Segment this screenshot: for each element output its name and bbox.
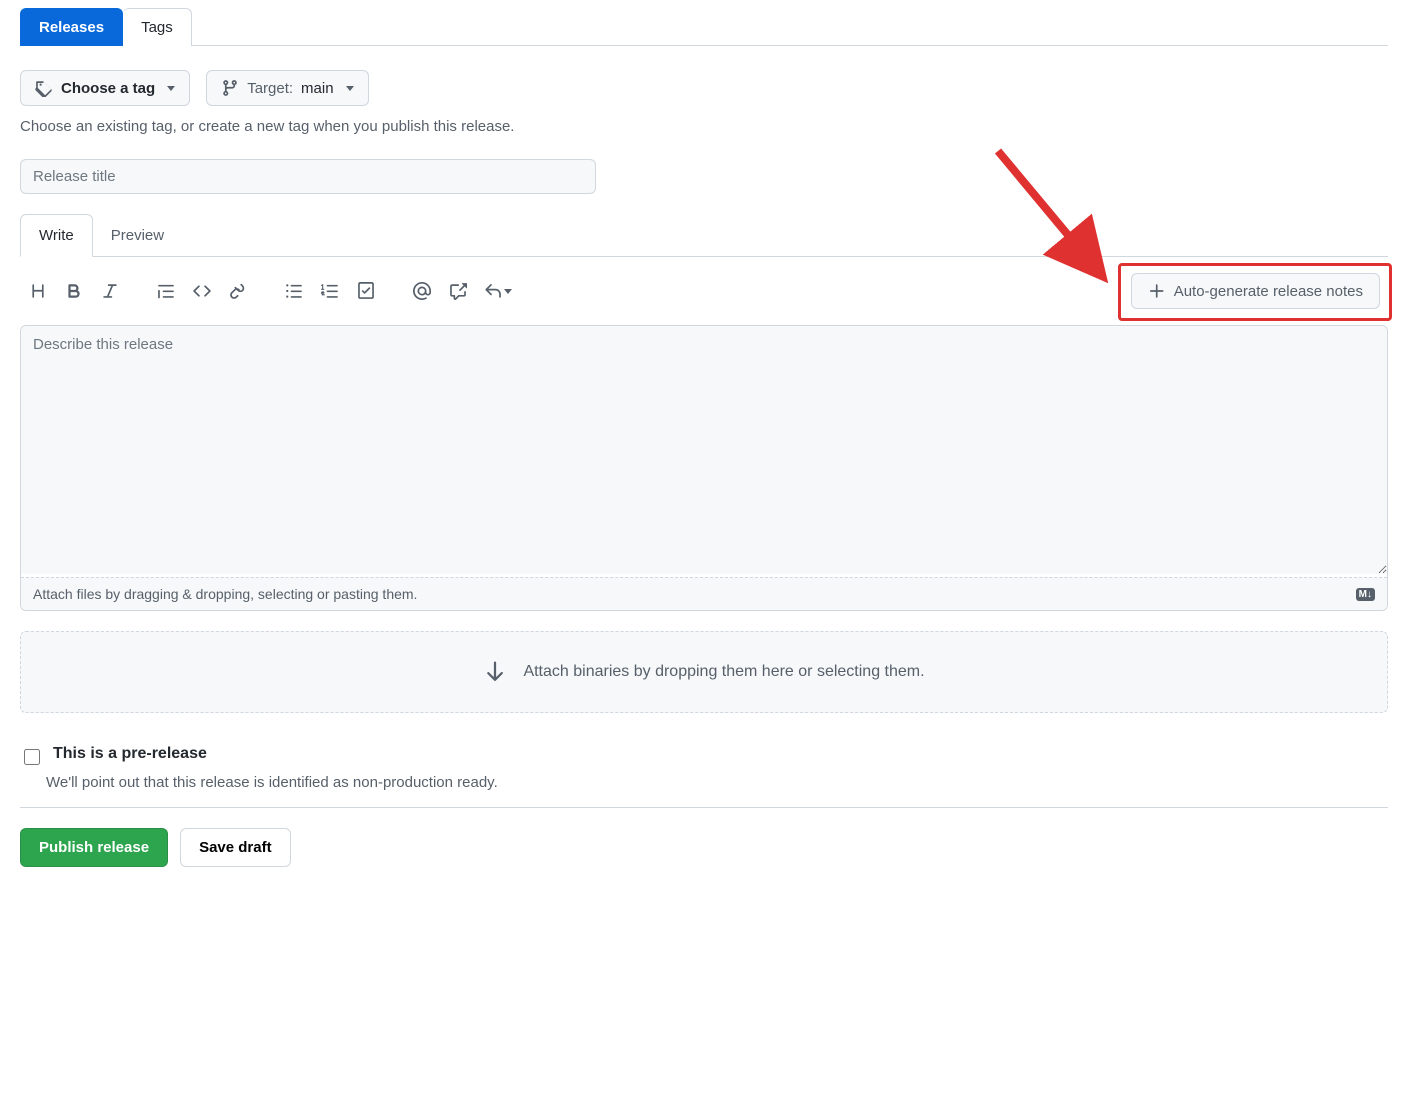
save-draft-button[interactable]: Save draft bbox=[180, 828, 291, 867]
tag-hint-text: Choose an existing tag, or create a new … bbox=[20, 118, 1388, 135]
prerelease-description: We'll point out that this release is ide… bbox=[46, 774, 1388, 791]
unordered-list-icon[interactable] bbox=[284, 281, 304, 301]
editor-toolbar: Auto-generate release notes bbox=[20, 257, 1388, 325]
tag-target-row: Choose a tag Target: main bbox=[20, 70, 1388, 106]
editor-tabs: Write Preview bbox=[20, 214, 1388, 257]
attach-files-hint[interactable]: Attach files by dragging & dropping, sel… bbox=[21, 577, 1387, 610]
mention-icon[interactable] bbox=[412, 281, 432, 301]
release-description-textarea[interactable] bbox=[21, 326, 1387, 574]
plus-icon bbox=[1148, 282, 1166, 300]
drop-zone-text: Attach binaries by dropping them here or… bbox=[523, 663, 924, 681]
releases-tags-tabnav: Releases Tags bbox=[20, 8, 1388, 46]
tag-icon bbox=[35, 79, 53, 97]
publish-release-button[interactable]: Publish release bbox=[20, 828, 168, 867]
prerelease-checkbox[interactable] bbox=[24, 749, 40, 765]
bold-icon[interactable] bbox=[64, 281, 84, 301]
tab-releases[interactable]: Releases bbox=[20, 8, 123, 46]
target-branch-button[interactable]: Target: main bbox=[206, 70, 368, 106]
target-key: Target: bbox=[247, 80, 293, 97]
markdown-badge-icon: M↓ bbox=[1356, 588, 1375, 601]
quote-icon[interactable] bbox=[156, 281, 176, 301]
chevron-down-icon bbox=[346, 86, 354, 91]
reply-icon[interactable] bbox=[484, 281, 512, 301]
code-icon[interactable] bbox=[192, 281, 212, 301]
release-title-input[interactable] bbox=[20, 159, 596, 194]
description-container: Attach files by dragging & dropping, sel… bbox=[20, 325, 1388, 611]
form-actions: Publish release Save draft bbox=[20, 828, 1388, 867]
separator bbox=[20, 807, 1388, 808]
italic-icon[interactable] bbox=[100, 281, 120, 301]
tab-tags[interactable]: Tags bbox=[123, 8, 192, 46]
choose-tag-button[interactable]: Choose a tag bbox=[20, 70, 190, 106]
chevron-down-icon bbox=[167, 86, 175, 91]
prerelease-row: This is a pre-release bbox=[20, 745, 1388, 768]
branch-icon bbox=[221, 79, 239, 97]
target-value: main bbox=[301, 80, 334, 97]
arrow-down-icon bbox=[483, 658, 507, 686]
link-icon[interactable] bbox=[228, 281, 248, 301]
attach-binaries-dropzone[interactable]: Attach binaries by dropping them here or… bbox=[20, 631, 1388, 713]
attach-files-text: Attach files by dragging & dropping, sel… bbox=[33, 586, 417, 602]
auto-generate-release-notes-button[interactable]: Auto-generate release notes bbox=[1131, 273, 1380, 309]
chevron-down-icon bbox=[504, 289, 512, 294]
tasklist-icon[interactable] bbox=[356, 281, 376, 301]
prerelease-label: This is a pre-release bbox=[53, 745, 207, 768]
editor-tab-preview[interactable]: Preview bbox=[93, 214, 182, 256]
heading-icon[interactable] bbox=[28, 281, 48, 301]
editor-tab-write[interactable]: Write bbox=[20, 214, 93, 257]
cross-reference-icon[interactable] bbox=[448, 281, 468, 301]
choose-tag-label: Choose a tag bbox=[61, 80, 155, 97]
ordered-list-icon[interactable] bbox=[320, 281, 340, 301]
auto-generate-label: Auto-generate release notes bbox=[1174, 283, 1363, 300]
